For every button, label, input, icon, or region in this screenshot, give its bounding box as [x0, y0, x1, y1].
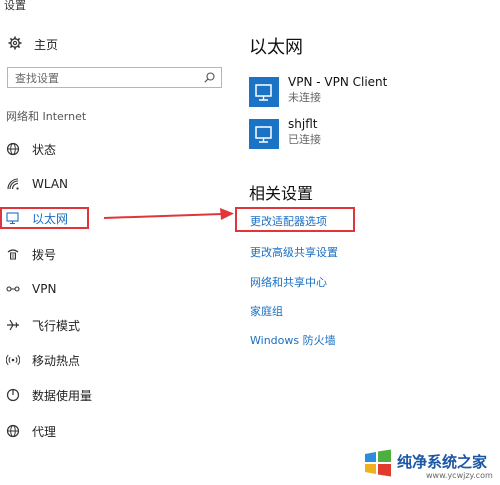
search-input[interactable]: 查找设置 — [7, 67, 222, 88]
connection-name: VPN - VPN Client — [288, 75, 388, 89]
vpn-icon — [6, 282, 20, 296]
connection-name: shjflt — [288, 117, 318, 131]
network-adapter-icon — [249, 119, 279, 149]
window-title: 设置 — [4, 0, 26, 12]
sidebar-item-label: 状态 — [32, 142, 57, 157]
sidebar-item-hotspot[interactable]: 移动热点 — [6, 350, 80, 370]
sidebar-item-label: 数据使用量 — [32, 388, 93, 403]
sidebar-item-dialup[interactable]: 拨号 — [6, 244, 56, 264]
sidebar-item-label: 代理 — [32, 424, 57, 439]
dialup-icon — [6, 247, 20, 261]
gear-icon — [8, 35, 22, 54]
related-settings-title: 相关设置 — [249, 184, 314, 203]
sidebar-item-wlan[interactable]: WLAN — [6, 174, 68, 194]
link-homegroup[interactable]: 家庭组 — [250, 303, 283, 319]
network-adapter-icon — [249, 77, 279, 107]
proxy-icon — [6, 424, 20, 438]
sidebar-item-airplane-mode[interactable]: 飞行模式 — [6, 315, 80, 335]
watermark-text: 纯净系统之家 — [397, 453, 488, 471]
sidebar-item-label: 主页 — [34, 37, 59, 52]
sidebar-item-label: VPN — [32, 282, 57, 296]
sidebar-item-data-usage[interactable]: 数据使用量 — [6, 385, 92, 405]
data-usage-icon — [6, 388, 20, 402]
wifi-icon — [6, 177, 20, 191]
page-title: 以太网 — [249, 37, 303, 58]
airplane-icon — [6, 318, 20, 332]
sidebar-item-vpn[interactable]: VPN — [6, 279, 56, 299]
search-icon[interactable] — [204, 68, 215, 87]
section-label: 网络和 Internet — [6, 110, 87, 123]
sidebar-item-proxy[interactable]: 代理 — [6, 421, 56, 441]
search-placeholder: 查找设置 — [15, 71, 59, 85]
link-advanced-sharing[interactable]: 更改高级共享设置 — [250, 244, 338, 260]
link-windows-firewall[interactable]: Windows 防火墙 — [250, 332, 336, 348]
sidebar-item-status[interactable]: 状态 — [6, 139, 56, 159]
watermark-logo-icon — [365, 449, 391, 477]
globe-icon — [6, 142, 20, 156]
annotation-arrow — [104, 208, 234, 220]
selection-highlight-box — [0, 207, 89, 229]
sidebar-item-label: 拨号 — [32, 247, 57, 262]
sidebar-item-label: 移动热点 — [32, 353, 81, 368]
watermark-url: www.ycwjzy.com — [426, 471, 493, 480]
sidebar-item-home[interactable]: 主页 — [8, 36, 58, 52]
sidebar-item-label: WLAN — [32, 177, 69, 191]
connection-item[interactable]: VPN - VPN Client 未连接 — [249, 75, 388, 110]
sidebar-item-label: 飞行模式 — [32, 318, 81, 333]
connection-status: 已连接 — [288, 133, 321, 146]
link-network-sharing-center[interactable]: 网络和共享中心 — [250, 274, 327, 290]
connection-status: 未连接 — [288, 91, 321, 104]
connection-item[interactable]: shjflt 已连接 — [249, 117, 321, 152]
hotspot-icon — [6, 353, 20, 367]
link-change-adapter-options[interactable]: 更改适配器选项 — [250, 213, 327, 229]
